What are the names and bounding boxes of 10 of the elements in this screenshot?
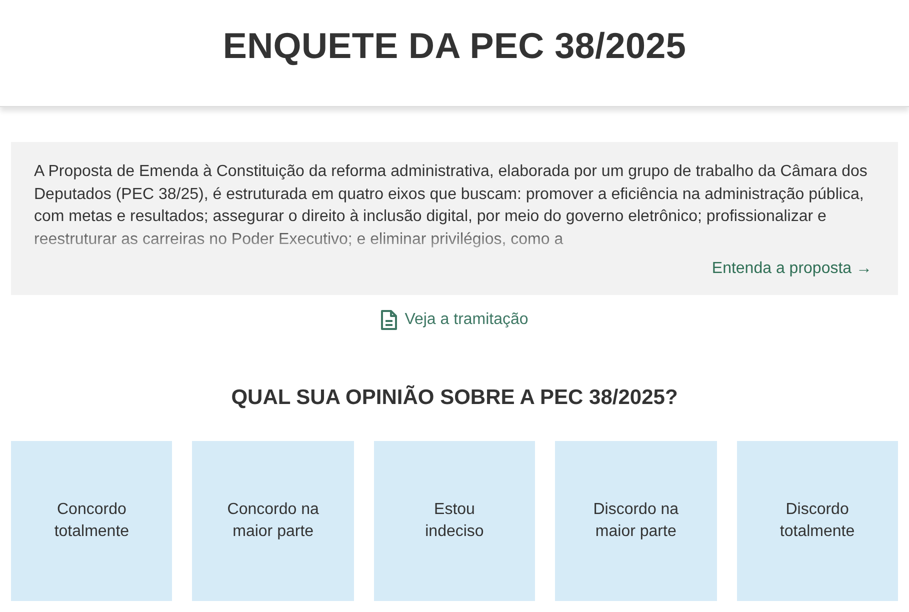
document-icon [380, 310, 397, 330]
tramitacao-link[interactable]: Veja a tramitação [380, 308, 528, 332]
poll-option-button[interactable]: Discordo na maior parte [555, 440, 717, 600]
poll-question: QUAL SUA OPINIÃO SOBRE A PEC 38/2025? [230, 384, 679, 411]
read-more-link[interactable]: Entenda a proposta → [712, 257, 872, 281]
poll-option-button[interactable]: Discordo totalmente [736, 440, 898, 600]
poll-option-button[interactable]: Concordo na maior parte [192, 440, 354, 600]
page-title: ENQUETE DA PEC 38/2025 [222, 24, 686, 68]
poll-option-button[interactable]: Concordo totalmente [11, 440, 172, 600]
poll-option-button[interactable]: Estou indeciso [374, 440, 536, 600]
